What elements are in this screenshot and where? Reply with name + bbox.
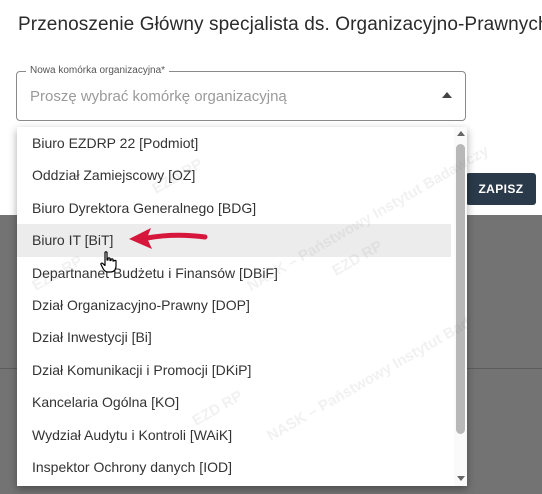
dropdown-scrollbar[interactable] [454,127,467,486]
scroll-thumb[interactable] [456,144,465,434]
dropdown-item[interactable]: Wydział Audytu i Kontroli [WAiK] [17,419,451,451]
dropdown-item[interactable]: Biuro EZDRP 22 [Podmiot] [17,127,451,159]
dropdown-list: Biuro EZDRP 22 [Podmiot] Oddział Zamiejs… [17,127,451,483]
caret-up-icon[interactable] [442,92,452,98]
hand-pointer-icon [100,251,117,273]
org-unit-label: Nowa komórka organizacyjna* [26,65,170,76]
dropdown-item[interactable]: Biuro Dyrektora Generalnego [BDG] [17,192,451,224]
org-unit-select[interactable]: Nowa komórka organizacyjna* Proszę wybra… [16,65,466,121]
dropdown-item[interactable]: Kancelaria Ogólna [KO] [17,386,451,418]
dropdown-item[interactable]: Oddział Zamiejscowy [OZ] [17,159,451,191]
dropdown-item-hovered[interactable]: Biuro IT [BiT] [17,224,451,257]
org-unit-dropdown: Biuro EZDRP 22 [Podmiot] Oddział Zamiejs… [17,127,467,486]
dropdown-item[interactable]: Departnanet Budżetu i Finansów [DBiF] [17,257,451,289]
scroll-up-icon[interactable] [457,131,465,136]
dialog-title: Przenoszenie Główny specjalista ds. Orga… [18,14,542,35]
dropdown-item[interactable]: Dział Inwestycji [Bi] [17,321,451,353]
red-arrow-icon [129,228,208,249]
dropdown-item[interactable]: Dział Organizacyjno-Prawny [DOP] [17,289,451,321]
dropdown-item[interactable]: Dział Komunikacji i Promocji [DKiP] [17,354,451,386]
save-button[interactable]: ZAPISZ [466,173,536,205]
org-unit-placeholder: Proszę wybrać komórkę organizacyjną [30,88,287,105]
scroll-down-icon[interactable] [457,476,465,481]
dropdown-item[interactable]: Inspektor Ochrony danych [IOD] [17,451,451,483]
